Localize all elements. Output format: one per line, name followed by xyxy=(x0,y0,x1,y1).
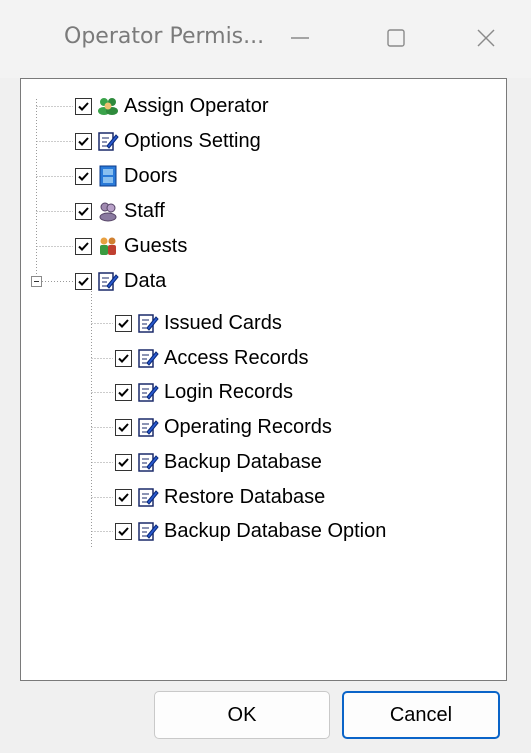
tree-item-label: Staff xyxy=(124,199,165,222)
checkmark-icon xyxy=(118,387,129,397)
tree-item-label: Restore Database xyxy=(164,485,326,508)
permission-tree[interactable]: Assign Operator Options Setting Doors St… xyxy=(20,78,507,681)
minus-box-icon xyxy=(34,281,39,282)
door-icon xyxy=(96,164,120,188)
checkbox[interactable] xyxy=(75,272,92,290)
tree-item-backup-database[interactable]: Backup Database xyxy=(115,448,322,476)
data-collapse-toggle[interactable] xyxy=(31,276,42,287)
checkbox[interactable] xyxy=(115,383,132,401)
checkmark-icon xyxy=(118,422,129,432)
checkbox[interactable] xyxy=(115,488,132,506)
edit-document-icon xyxy=(96,129,120,153)
tree-item-guests[interactable]: Guests xyxy=(75,232,187,260)
tree-item-assign-operator[interactable]: Assign Operator xyxy=(75,92,269,120)
checkmark-icon xyxy=(118,457,129,467)
tree-item-label: Backup Database Option xyxy=(164,519,387,542)
checkbox[interactable] xyxy=(75,132,92,150)
tree-item-label: Backup Database xyxy=(164,450,322,473)
checkmark-icon xyxy=(118,492,129,502)
tree-item-doors[interactable]: Doors xyxy=(75,162,177,190)
close-icon xyxy=(477,29,495,47)
edit-document-icon xyxy=(136,311,160,335)
checkbox[interactable] xyxy=(115,453,132,471)
tree-item-label: Data xyxy=(124,269,167,292)
tree-item-access-records[interactable]: Access Records xyxy=(115,344,309,372)
tree-item-label: Issued Cards xyxy=(164,311,282,334)
checkmark-icon xyxy=(78,206,89,216)
operator-permission-window: Operator Permis... Assign Operator Optio… xyxy=(0,0,531,753)
edit-document-icon xyxy=(136,485,160,509)
edit-document-icon xyxy=(136,415,160,439)
checkmark-icon xyxy=(78,101,89,111)
minimize-icon xyxy=(291,37,309,39)
close-button[interactable] xyxy=(464,18,508,58)
maximize-button[interactable] xyxy=(374,18,418,58)
tree-item-operating-records[interactable]: Operating Records xyxy=(115,413,332,441)
checkmark-icon xyxy=(78,276,89,286)
tree-item-data[interactable]: Data xyxy=(75,267,166,295)
staff-icon xyxy=(96,199,120,223)
minimize-button[interactable] xyxy=(278,18,322,58)
maximize-icon xyxy=(387,29,405,47)
checkbox[interactable] xyxy=(75,97,92,115)
tree-item-label: Guests xyxy=(124,234,188,257)
edit-document-icon xyxy=(136,519,160,543)
edit-document-icon xyxy=(136,346,160,370)
checkbox[interactable] xyxy=(115,522,132,540)
title-bar: Operator Permis... xyxy=(0,0,531,78)
operator-group-icon xyxy=(96,94,120,118)
checkbox[interactable] xyxy=(75,202,92,220)
checkmark-icon xyxy=(118,526,129,536)
guests-icon xyxy=(96,234,120,258)
checkbox[interactable] xyxy=(115,349,132,367)
tree-item-staff[interactable]: Staff xyxy=(75,197,165,225)
checkbox[interactable] xyxy=(75,237,92,255)
tree-item-label: Assign Operator xyxy=(124,94,269,117)
checkbox[interactable] xyxy=(115,314,132,332)
edit-document-icon xyxy=(136,450,160,474)
tree-item-label: Options Setting xyxy=(124,129,261,152)
tree-item-issued-cards[interactable]: Issued Cards xyxy=(115,309,282,337)
tree-item-options-setting[interactable]: Options Setting xyxy=(75,127,261,155)
tree-item-label: Doors xyxy=(124,164,178,187)
edit-document-icon xyxy=(96,269,120,293)
tree-item-label: Access Records xyxy=(164,346,309,369)
tree-item-backup-database-option[interactable]: Backup Database Option xyxy=(115,517,386,545)
ok-button[interactable]: OK xyxy=(154,691,330,739)
checkbox[interactable] xyxy=(115,418,132,436)
edit-document-icon xyxy=(136,380,160,404)
tree-item-label: Operating Records xyxy=(164,415,332,438)
tree-item-login-records[interactable]: Login Records xyxy=(115,378,293,406)
checkmark-icon xyxy=(78,241,89,251)
checkmark-icon xyxy=(118,353,129,363)
checkbox[interactable] xyxy=(75,167,92,185)
tree-item-label: Login Records xyxy=(164,380,293,403)
tree-item-restore-database[interactable]: Restore Database xyxy=(115,483,325,511)
checkmark-icon xyxy=(118,318,129,328)
window-title: Operator Permis... xyxy=(64,24,265,49)
checkmark-icon xyxy=(78,171,89,181)
cancel-button[interactable]: Cancel xyxy=(342,691,500,739)
checkmark-icon xyxy=(78,136,89,146)
